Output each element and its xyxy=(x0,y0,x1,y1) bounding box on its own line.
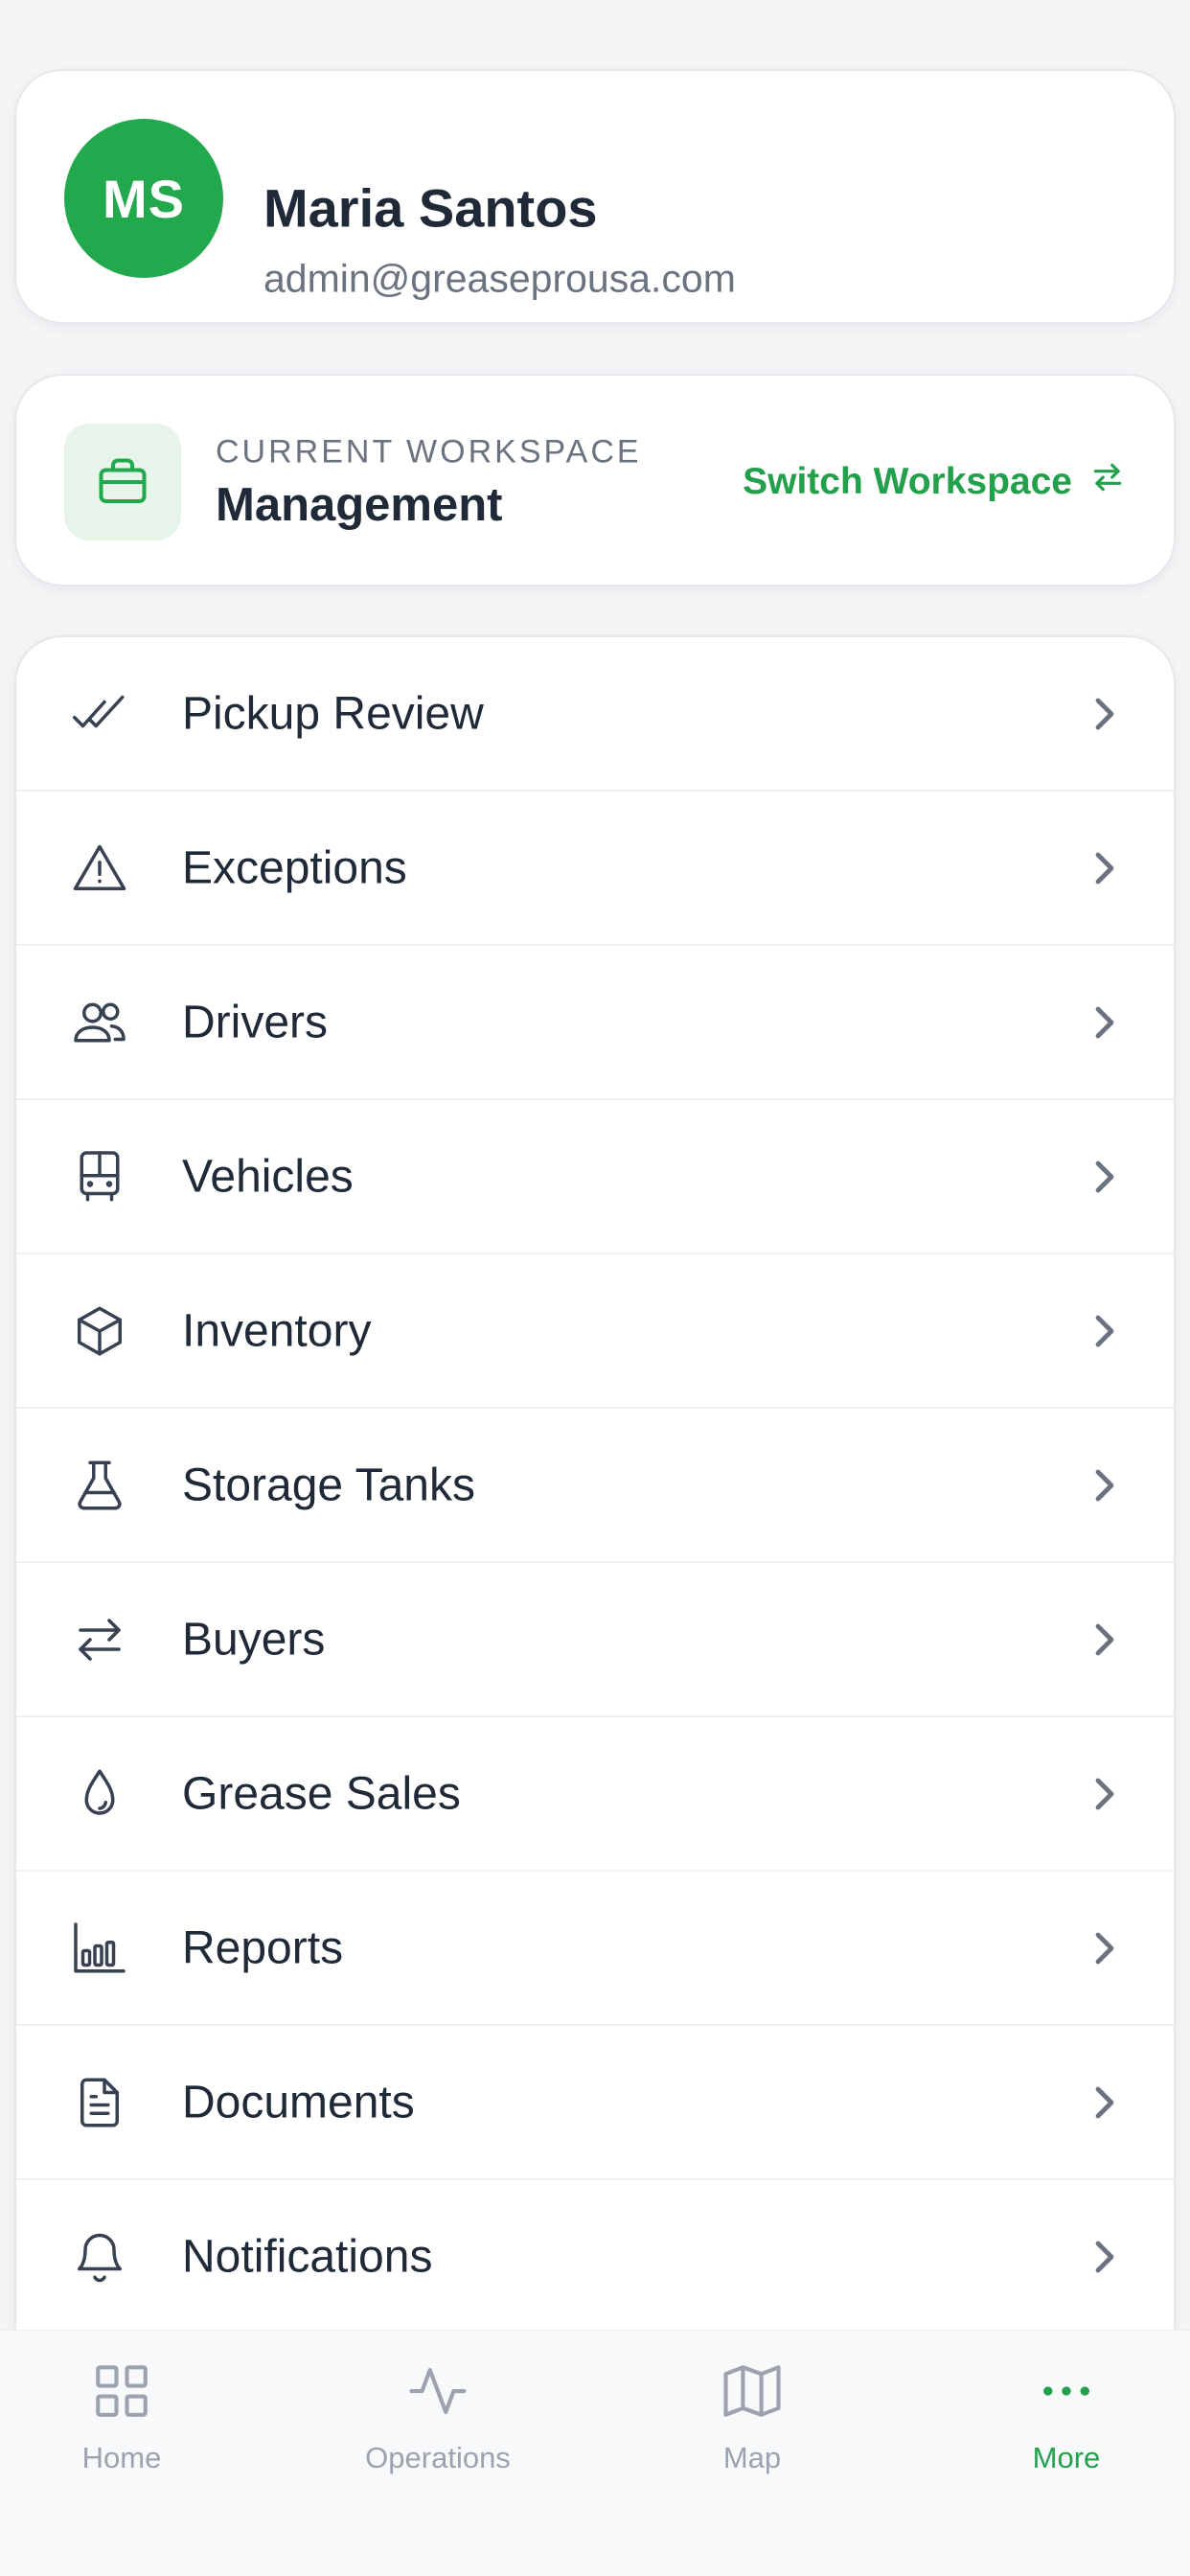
tab-home[interactable]: Home xyxy=(26,2355,217,2508)
switch-workspace-label: Switch Workspace xyxy=(743,461,1072,502)
arrows-swap-icon xyxy=(1089,459,1126,505)
menu-item-inventory[interactable]: Inventory xyxy=(16,1254,1174,1409)
menu-item-label: Inventory xyxy=(182,1305,372,1356)
flask-icon xyxy=(71,1457,128,1514)
bottom-tab-bar: Home Operations Map More xyxy=(0,2330,1190,2576)
tab-label: Map xyxy=(722,2441,782,2474)
workspace-name: Management xyxy=(216,479,503,531)
chevron-right-icon xyxy=(1095,2241,1114,2272)
chevron-right-icon xyxy=(1095,852,1114,884)
workspace-card: CURRENT WORKSPACE Management Switch Work… xyxy=(14,374,1176,586)
chevron-right-icon xyxy=(1095,1778,1114,1809)
profile-card[interactable]: MS Maria Santos admin@greaseprousa.com xyxy=(14,69,1176,324)
menu-list: Pickup Review Exceptions Drivers Vehicle… xyxy=(14,635,1176,2576)
tab-label: Operations xyxy=(365,2441,511,2474)
arrows-swap-icon xyxy=(71,1611,128,1668)
menu-item-label: Reports xyxy=(182,1922,344,1973)
switch-workspace-button[interactable]: Switch Workspace xyxy=(743,459,1126,505)
more-dots-icon xyxy=(1030,2355,1103,2427)
menu-item-label: Pickup Review xyxy=(182,688,484,739)
warning-triangle-icon xyxy=(71,840,128,897)
menu-item-notifications[interactable]: Notifications xyxy=(16,2180,1174,2334)
profile-name: Maria Santos xyxy=(263,177,598,239)
map-icon xyxy=(716,2355,789,2427)
profile-email: admin@greaseprousa.com xyxy=(263,256,736,301)
menu-item-grease-sales[interactable]: Grease Sales xyxy=(16,1717,1174,1872)
tab-map[interactable]: Map xyxy=(656,2355,848,2508)
document-icon xyxy=(71,2074,128,2131)
chevron-right-icon xyxy=(1095,1315,1114,1346)
chevron-right-icon xyxy=(1095,698,1114,729)
menu-item-buyers[interactable]: Buyers xyxy=(16,1563,1174,1717)
activity-icon xyxy=(401,2355,474,2427)
chevron-right-icon xyxy=(1095,1932,1114,1964)
bus-icon xyxy=(71,1148,128,1206)
bell-icon xyxy=(71,2228,128,2286)
menu-item-documents[interactable]: Documents xyxy=(16,2026,1174,2180)
bar-chart-icon xyxy=(71,1920,128,1977)
users-icon xyxy=(71,994,128,1051)
menu-item-label: Grease Sales xyxy=(182,1768,461,1819)
menu-item-label: Buyers xyxy=(182,1614,326,1665)
double-check-icon xyxy=(71,685,128,743)
menu-item-label: Exceptions xyxy=(182,842,407,893)
droplet-icon xyxy=(71,1765,128,1823)
tab-label: More xyxy=(1032,2441,1101,2474)
workspace-caption: CURRENT WORKSPACE xyxy=(216,433,642,471)
tab-operations[interactable]: Operations xyxy=(342,2355,534,2508)
menu-item-label: Storage Tanks xyxy=(182,1460,475,1510)
menu-item-reports[interactable]: Reports xyxy=(16,1872,1174,2026)
chevron-right-icon xyxy=(1095,1161,1114,1192)
tab-label: Home xyxy=(81,2441,162,2474)
chevron-right-icon xyxy=(1095,1623,1114,1655)
chevron-right-icon xyxy=(1095,1006,1114,1038)
menu-item-pickup-review[interactable]: Pickup Review xyxy=(16,637,1174,792)
avatar: MS xyxy=(64,119,223,278)
menu-item-exceptions[interactable]: Exceptions xyxy=(16,792,1174,946)
chevron-right-icon xyxy=(1095,1469,1114,1501)
menu-item-label: Notifications xyxy=(182,2231,433,2282)
menu-item-storage-tanks[interactable]: Storage Tanks xyxy=(16,1409,1174,1563)
menu-item-label: Documents xyxy=(182,2077,415,2128)
menu-item-vehicles[interactable]: Vehicles xyxy=(16,1100,1174,1254)
tab-more[interactable]: More xyxy=(971,2355,1162,2508)
chevron-right-icon xyxy=(1095,2086,1114,2118)
menu-item-label: Vehicles xyxy=(182,1151,354,1202)
briefcase-icon xyxy=(64,424,181,540)
menu-item-drivers[interactable]: Drivers xyxy=(16,946,1174,1100)
box-icon xyxy=(71,1302,128,1360)
more-screen: MS Maria Santos admin@greaseprousa.com C… xyxy=(0,0,1190,2576)
menu-item-label: Drivers xyxy=(182,997,328,1047)
grid-icon xyxy=(85,2355,158,2427)
